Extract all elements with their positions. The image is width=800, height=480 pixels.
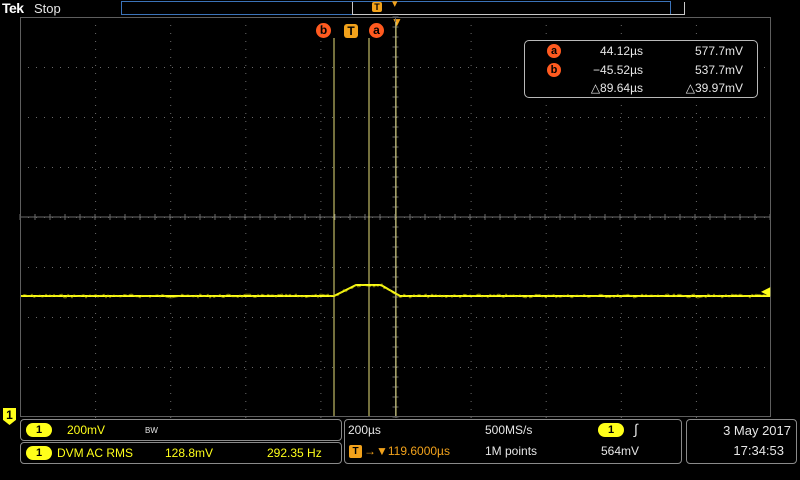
- cursor-a-time: 44.12µs: [600, 44, 643, 58]
- cursor-b-time: −45.52µs: [593, 63, 643, 77]
- dvm-value: 128.8mV: [165, 446, 214, 460]
- ch1-settings-panel[interactable]: 1 200mV BW: [20, 419, 342, 441]
- grid-dot: [320, 417, 322, 418]
- sample-rate: 500MS/s: [485, 423, 533, 437]
- horizontal-trigger-panel[interactable]: 200µs 500MS/s 1 ∫ T →▼119.6000µs 1M poin…: [344, 419, 682, 464]
- record-length: 1M points: [485, 444, 538, 458]
- horizontal-scale: 200µs: [348, 423, 381, 437]
- dvm-mode: DVM AC RMS: [57, 446, 134, 460]
- datetime-panel[interactable]: 3 May 2017 17:34:53: [686, 419, 797, 464]
- readout-cursor-b-icon: b: [547, 63, 561, 77]
- readout-cursor-a-icon: a: [547, 44, 561, 58]
- horizontal-delay: →▼119.6000µs: [364, 444, 450, 458]
- ch1-badge: 1: [26, 423, 52, 437]
- date-display: 3 May 2017: [723, 423, 791, 438]
- dvm-frequency: 292.35 Hz: [267, 446, 322, 460]
- grid-dot: [245, 417, 247, 418]
- cursor-delta-time: △89.64µs: [590, 81, 643, 95]
- trigger-delay-icon: T: [349, 445, 362, 458]
- grid-dot: [470, 417, 472, 418]
- grid-dot: [620, 417, 622, 418]
- dvm-panel[interactable]: 1 DVM AC RMS 128.8mV 292.35 Hz: [20, 442, 342, 464]
- trigger-slope-rising-icon: ∫: [634, 421, 638, 437]
- cursor-b-voltage: 537.7mV: [694, 63, 743, 77]
- time-display: 17:34:53: [733, 443, 784, 458]
- trigger-source-badge: 1: [598, 423, 624, 437]
- grid-dot: [95, 417, 97, 418]
- cursor-readout-panel[interactable]: a 44.12µs 577.7mV b −45.52µs 537.7mV △89…: [524, 40, 758, 98]
- bandwidth-limit-icon: BW: [145, 426, 158, 435]
- ch1-offset-marker-icon[interactable]: ◀: [761, 284, 770, 298]
- ch1-vertical-scale: 200mV: [67, 423, 106, 437]
- cursor-delta-voltage: △39.97mV: [685, 81, 743, 95]
- cursor-a-voltage: 577.7mV: [694, 44, 743, 58]
- trigger-level: 564mV: [601, 444, 640, 458]
- grid-dot: [695, 417, 697, 418]
- grid-dot: [545, 417, 547, 418]
- dvm-source-badge: 1: [26, 446, 52, 460]
- grid-dot: [170, 417, 172, 418]
